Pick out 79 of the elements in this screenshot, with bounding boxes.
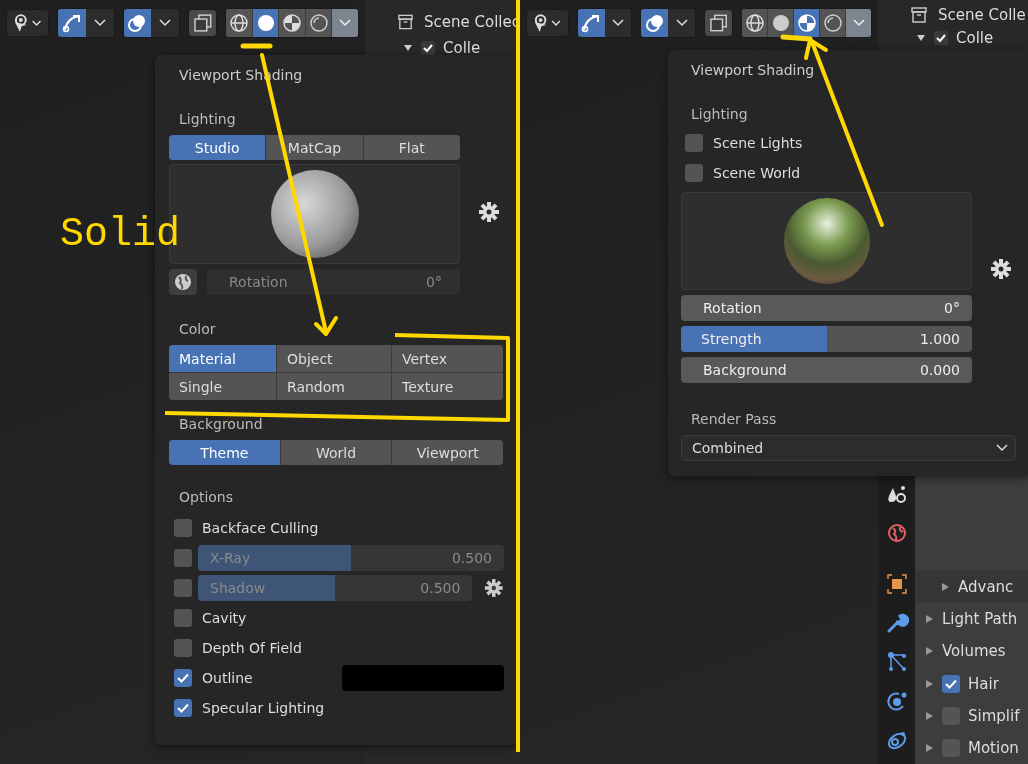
- checkbox[interactable]: [174, 609, 192, 627]
- xray-toggle-icon[interactable]: [704, 9, 734, 37]
- checkbox[interactable]: [934, 31, 948, 45]
- wireframe-shading-icon[interactable]: [742, 9, 769, 37]
- annotation-underline: [240, 43, 273, 49]
- collapsed-triangle-icon[interactable]: [925, 710, 934, 721]
- gizmo-toggle-icon[interactable]: [58, 9, 86, 37]
- option-label: Scene Lights: [713, 135, 803, 151]
- color-mode-option[interactable]: Material: [169, 345, 276, 372]
- checkbox[interactable]: [174, 519, 192, 537]
- checkbox[interactable]: [942, 674, 960, 693]
- gizmo-toggle-icon[interactable]: [577, 9, 605, 37]
- annotation-underline: [780, 34, 813, 42]
- xray-toggle-icon[interactable]: [187, 9, 218, 37]
- option-label: Specular Lighting: [202, 700, 325, 716]
- wireframe-shading-icon[interactable]: [226, 9, 253, 37]
- color-mode-option[interactable]: Vertex: [392, 345, 503, 372]
- lighting-tab[interactable]: Flat: [363, 135, 460, 160]
- color-mode-option[interactable]: Object: [277, 345, 391, 372]
- section-label: Background: [178, 416, 264, 432]
- collection-icon: [397, 13, 415, 31]
- value-slider[interactable]: Strength 1.000: [681, 326, 972, 352]
- collapsed-triangle-icon[interactable]: [925, 678, 934, 689]
- background-tab[interactable]: Theme: [169, 440, 280, 465]
- color-mode-option[interactable]: Texture: [392, 373, 503, 400]
- checkbox[interactable]: [685, 164, 703, 182]
- popover-title: Viewport Shading: [690, 61, 816, 80]
- expand-triangle-icon[interactable]: [403, 44, 413, 52]
- lighting-tab[interactable]: MatCap: [266, 135, 363, 160]
- section-label: Lighting: [690, 106, 749, 122]
- panel-header[interactable]: Motion: [968, 738, 1019, 757]
- expand-triangle-icon[interactable]: [916, 34, 926, 42]
- visibility-dropdown[interactable]: [526, 9, 569, 37]
- section-label: Options: [178, 489, 235, 505]
- number-field[interactable]: Rotation 0°: [681, 295, 972, 321]
- option-label: Cavity: [202, 610, 247, 626]
- panel-header[interactable]: Hair: [968, 674, 999, 693]
- caret-icon: [995, 443, 1009, 453]
- background-tab[interactable]: World: [280, 440, 392, 465]
- overlay-toggle-icon[interactable]: [123, 9, 152, 37]
- checkbox[interactable]: [685, 134, 703, 152]
- settings-icon[interactable]: [484, 578, 504, 598]
- option-label: Depth Of Field: [202, 640, 302, 656]
- overlay-toggle-icon[interactable]: [641, 9, 669, 37]
- option-label: Scene World: [713, 165, 801, 181]
- lighting-tab[interactable]: Studio: [169, 135, 266, 160]
- collapsed-triangle-icon[interactable]: [941, 581, 950, 592]
- panel-header[interactable]: Light Path: [942, 610, 1018, 629]
- section-label: Color: [178, 321, 217, 337]
- outline-color-swatch[interactable]: [342, 665, 504, 691]
- number-field[interactable]: Background 0.000: [681, 357, 972, 383]
- hdri-preview[interactable]: [681, 192, 972, 290]
- material-shading-icon[interactable]: [794, 9, 821, 37]
- collection-item[interactable]: Colle: [956, 29, 994, 47]
- annotation-text: Solid: [60, 212, 181, 257]
- color-mode-option[interactable]: Random: [277, 373, 391, 400]
- option-label: Outline: [202, 670, 253, 686]
- section-label: Lighting: [178, 111, 237, 127]
- outliner-header: Scene Colle: [938, 6, 1026, 24]
- visibility-dropdown[interactable]: [6, 9, 50, 37]
- collection-item[interactable]: Colle: [443, 39, 481, 57]
- checkbox[interactable]: [174, 699, 192, 717]
- panel-header[interactable]: Volumes: [942, 642, 1006, 661]
- world-space-icon[interactable]: [169, 269, 197, 295]
- collection-icon: [910, 6, 928, 24]
- checkbox[interactable]: [421, 41, 435, 55]
- background-tab[interactable]: Viewport: [392, 440, 503, 465]
- section-label: Render Pass: [690, 411, 778, 427]
- color-mode-option[interactable]: Single: [169, 373, 276, 400]
- panel-header[interactable]: Simplif: [968, 706, 1020, 725]
- collapsed-triangle-icon[interactable]: [925, 614, 934, 625]
- collapsed-triangle-icon[interactable]: [925, 742, 934, 753]
- checkbox[interactable]: [174, 639, 192, 657]
- object-icon[interactable]: [884, 572, 909, 596]
- collapsed-triangle-icon[interactable]: [925, 646, 934, 657]
- solid-shading-icon[interactable]: [252, 9, 280, 37]
- option-label: Backface Culling: [202, 520, 319, 536]
- render-pass-dropdown[interactable]: Combined: [681, 435, 1016, 461]
- checkbox[interactable]: [174, 669, 192, 687]
